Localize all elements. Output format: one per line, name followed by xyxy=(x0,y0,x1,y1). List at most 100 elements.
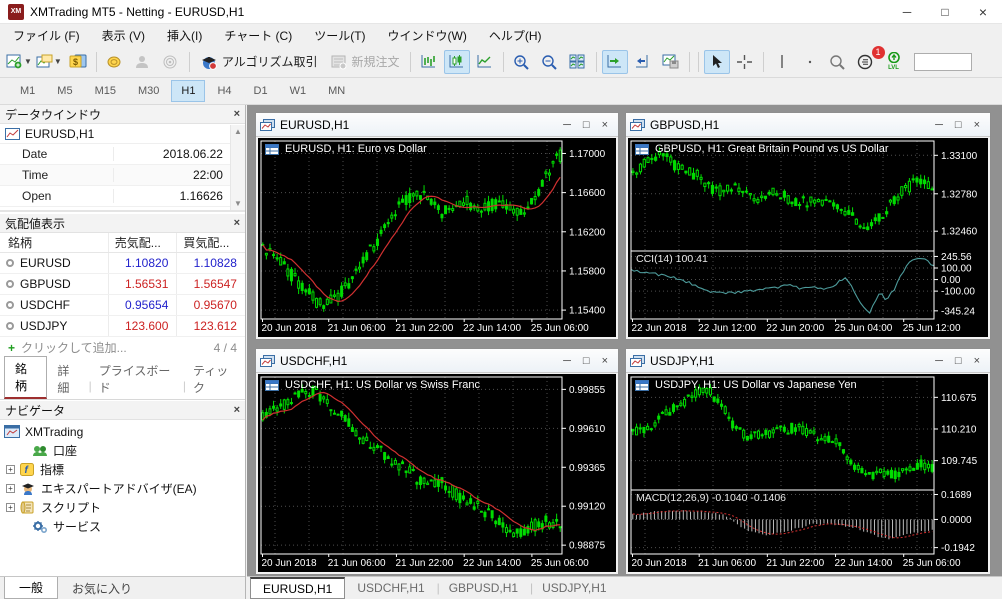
bar-chart-mode-button[interactable] xyxy=(416,50,442,74)
new-chart-button[interactable]: ▼ xyxy=(5,50,33,74)
svg-text:25 Jun 04:00: 25 Jun 04:00 xyxy=(835,323,893,334)
symbols-button[interactable]: $ xyxy=(65,50,91,74)
timeframe-button[interactable]: MN xyxy=(318,80,355,102)
market-watch-row[interactable]: USDJPY 123.600 123.612 xyxy=(0,316,245,337)
vertical-line-tool-button[interactable] xyxy=(769,50,795,74)
close-icon[interactable]: × xyxy=(964,0,1002,23)
chart-canvas[interactable]: USDJPY, H1: US Dollar vs Japanese Yen 11… xyxy=(628,374,988,572)
chart-tab[interactable]: USDCHF,H1 xyxy=(345,577,440,599)
timeframe-button[interactable]: M30 xyxy=(128,80,169,102)
chart-window-titlebar[interactable]: USDJPY,H1 ─ □ × xyxy=(626,349,990,373)
chart-window-titlebar[interactable]: GBPUSD,H1 ─ □ × xyxy=(626,113,990,137)
tile-windows-button[interactable] xyxy=(565,50,591,74)
new-order-button[interactable]: 新規注文 xyxy=(324,50,406,74)
chart-canvas[interactable]: GBPUSD, H1: Great Britain Pound vs US Do… xyxy=(628,138,988,337)
chart-tab[interactable]: GBPUSD,H1 xyxy=(437,577,534,599)
depth-of-market-icon[interactable] xyxy=(130,50,156,74)
menu-item[interactable]: ヘルプ(H) xyxy=(478,25,553,46)
timeframe-button[interactable]: W1 xyxy=(280,80,317,102)
market-watch-row[interactable]: USDCHF 0.95654 0.95670 xyxy=(0,295,245,316)
menu-item[interactable]: ツール(T) xyxy=(303,25,376,46)
search-button[interactable] xyxy=(825,50,851,74)
save-template-button[interactable] xyxy=(658,50,684,74)
market-watch-row[interactable]: GBPUSD 1.56531 1.56547 xyxy=(0,274,245,295)
close-icon[interactable]: × xyxy=(234,217,240,229)
chart-window-usdchf[interactable]: USDCHF,H1 ─ □ × USDCHF, H1: US Dollar vs S… xyxy=(255,348,619,575)
close-icon[interactable]: × xyxy=(234,108,240,120)
left-bottom-tab[interactable]: お気に入り xyxy=(58,577,146,599)
close-icon[interactable]: × xyxy=(234,404,240,416)
maximize-icon[interactable]: □ xyxy=(583,119,590,131)
line-chart-mode-button[interactable] xyxy=(472,50,498,74)
market-watch-tab[interactable]: 詳細 xyxy=(47,359,92,399)
chart-shift-button[interactable] xyxy=(630,50,656,74)
nav-item-scripts[interactable]: + スクリプト xyxy=(0,498,245,517)
timeframe-button[interactable]: D1 xyxy=(244,80,278,102)
expand-icon[interactable]: + xyxy=(6,465,15,474)
nav-item-indicators[interactable]: + f 指標 xyxy=(0,460,245,479)
minimize-icon[interactable]: ─ xyxy=(935,355,943,367)
left-bottom-tab[interactable]: 一般 xyxy=(4,577,59,599)
crosshair-tool-button[interactable] xyxy=(732,50,758,74)
timeframe-button[interactable]: H1 xyxy=(171,80,206,102)
svg-text:20 Jun 2018: 20 Jun 2018 xyxy=(632,558,687,569)
menu-item[interactable]: ファイル (F) xyxy=(2,25,91,46)
market-watch-row[interactable]: EURUSD 1.10820 1.10828 xyxy=(0,253,245,274)
maximize-icon[interactable]: □ xyxy=(926,0,964,23)
chart-tab[interactable]: EURUSD,H1 xyxy=(250,577,346,599)
candlestick-mode-button[interactable] xyxy=(443,49,470,74)
zoom-in-button[interactable] xyxy=(509,50,535,74)
alerts-button[interactable]: 1 xyxy=(853,45,885,74)
menu-item[interactable]: 挿入(I) xyxy=(156,25,213,46)
close-icon[interactable]: × xyxy=(602,119,608,131)
chart-tab[interactable]: USDJPY,H1 xyxy=(530,577,618,599)
nav-item-experts[interactable]: + エキスパートアドバイザ(EA) xyxy=(0,479,245,498)
chart-window-usdjpy[interactable]: USDJPY,H1 ─ □ × USDJPY, H1: US Dollar vs J… xyxy=(625,348,991,575)
chart-window-titlebar[interactable]: USDCHF,H1 ─ □ × xyxy=(256,349,618,373)
history-center-icon[interactable] xyxy=(102,50,128,74)
data-window-symbol-row[interactable]: EURUSD,H1 xyxy=(0,124,245,144)
chart-window-title: EURUSD,H1 xyxy=(280,117,350,132)
minimize-icon[interactable]: ─ xyxy=(563,355,571,367)
cursor-tool-button[interactable] xyxy=(703,49,730,74)
menu-item[interactable]: ウインドウ(W) xyxy=(377,25,478,46)
nav-item-services[interactable]: サービス xyxy=(0,517,245,536)
expand-icon[interactable]: + xyxy=(6,503,15,512)
close-icon[interactable]: × xyxy=(974,119,980,131)
nav-item-terminal[interactable]: XMTrading xyxy=(0,422,245,441)
close-icon[interactable]: × xyxy=(602,355,608,367)
market-watch-tab[interactable]: ティック xyxy=(183,359,245,399)
chart-canvas[interactable]: USDCHF, H1: US Dollar vs Swiss Franc 0.9… xyxy=(258,374,616,572)
minimize-icon[interactable]: ─ xyxy=(563,119,571,131)
timeframe-button[interactable]: M15 xyxy=(85,80,126,102)
market-watch-add-row[interactable]: + クリックして追加... 4 / 4 xyxy=(0,337,245,358)
nav-item-accounts[interactable]: 口座 xyxy=(0,441,245,460)
chart-window-eurusd[interactable]: EURUSD,H1 ─ □ × EURUSD, H1: Euro vs Dollar… xyxy=(255,112,619,340)
horizontal-line-tool-button[interactable] xyxy=(797,50,823,74)
algo-trading-button[interactable]: アルゴリズム取引 xyxy=(194,50,324,74)
market-watch-tab[interactable]: プライスボード xyxy=(89,359,187,399)
signals-icon[interactable] xyxy=(158,50,184,74)
timeframe-button[interactable]: M1 xyxy=(10,80,45,102)
timeframe-button[interactable]: H4 xyxy=(207,80,241,102)
auto-scroll-button[interactable] xyxy=(601,49,628,74)
maximize-icon[interactable]: □ xyxy=(955,119,962,131)
scrollbar[interactable]: ▲ ▼ xyxy=(230,125,245,210)
toolbar-search-input[interactable] xyxy=(913,52,972,71)
profiles-button[interactable]: ▼ xyxy=(35,50,63,74)
market-watch-tab[interactable]: 銘柄 xyxy=(4,356,48,399)
menu-item[interactable]: 表示 (V) xyxy=(91,25,156,46)
timeframe-button[interactable]: M5 xyxy=(47,80,82,102)
menu-item[interactable]: チャート (C) xyxy=(213,25,303,46)
maximize-icon[interactable]: □ xyxy=(583,355,590,367)
chart-window-gbpusd[interactable]: GBPUSD,H1 ─ □ × GBPUSD, H1: Great Britain … xyxy=(625,112,991,340)
minimize-icon[interactable]: ─ xyxy=(935,119,943,131)
chart-canvas[interactable]: EURUSD, H1: Euro vs Dollar 1.17000 1.1660… xyxy=(258,138,616,337)
svg-text:MACD(12,26,9) -0.1040 -0.1406: MACD(12,26,9) -0.1040 -0.1406 xyxy=(636,492,786,504)
zoom-out-button[interactable] xyxy=(537,50,563,74)
expand-icon[interactable]: + xyxy=(6,484,15,493)
minimize-icon[interactable]: ─ xyxy=(888,0,926,23)
chart-window-titlebar[interactable]: EURUSD,H1 ─ □ × xyxy=(256,113,618,137)
close-icon[interactable]: × xyxy=(974,355,980,367)
maximize-icon[interactable]: □ xyxy=(955,355,962,367)
